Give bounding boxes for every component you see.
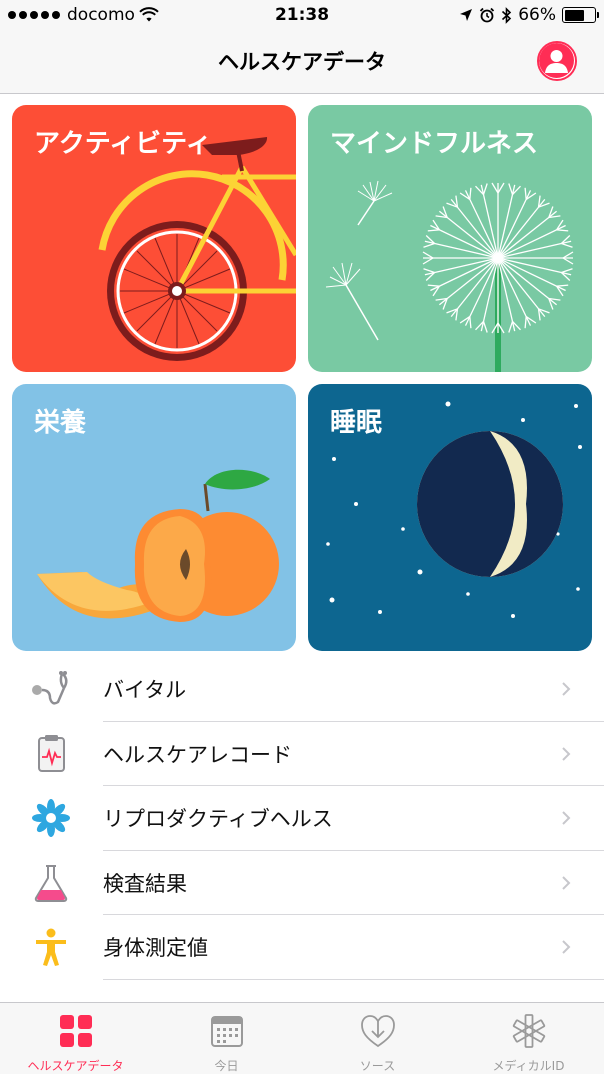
tab-label: メディカルID <box>492 1059 565 1073</box>
flower-icon <box>30 797 72 839</box>
tile-activity[interactable]: アクティビティ <box>12 105 296 372</box>
tab-sources[interactable]: ソース <box>302 1003 453 1074</box>
body-icon <box>30 926 72 968</box>
chevron-right-icon <box>562 876 571 890</box>
clipboard-icon <box>30 733 72 775</box>
status-bar: docomo 21:38 66% <box>0 0 604 32</box>
nav-bar: ヘルスケアデータ <box>0 32 604 94</box>
download-heart-icon <box>360 1015 395 1048</box>
list-item-label: 身体測定値 <box>103 936 208 961</box>
chevron-right-icon <box>562 747 571 761</box>
calendar-icon <box>210 1016 243 1047</box>
alarm-icon <box>480 7 495 23</box>
battery-fill <box>564 9 584 21</box>
tile-sleep[interactable]: 睡眠 <box>308 384 592 651</box>
list-item-health-records[interactable]: ヘルスケアレコード <box>0 722 604 786</box>
tile-nutrition[interactable]: 栄養 <box>12 384 296 651</box>
list-item-label: リプロダクティブヘルス <box>103 807 333 832</box>
tile-activity-label: アクティビティ <box>34 129 212 159</box>
divider <box>103 978 604 980</box>
tab-label: 今日 <box>214 1059 239 1073</box>
tab-bar: ヘルスケアデータ 今日 ソース メディカルID <box>0 1002 604 1074</box>
chevron-right-icon <box>562 811 571 825</box>
page-title: ヘルスケアデータ <box>218 50 386 74</box>
list-item-label: バイタル <box>103 678 187 703</box>
chevron-right-icon <box>562 940 571 954</box>
profile-button[interactable] <box>537 41 577 81</box>
list-item-reproductive-health[interactable]: リプロダクティブヘルス <box>0 786 604 851</box>
medical-star-icon <box>512 1014 545 1048</box>
list-item-label: 検査結果 <box>103 871 187 896</box>
status-right: 66% <box>459 5 599 25</box>
person-icon <box>539 43 574 78</box>
location-icon <box>460 9 473 21</box>
tile-nutrition-label: 栄養 <box>34 408 87 438</box>
list-item-vitals[interactable]: バイタル <box>0 657 604 722</box>
tab-health-data[interactable]: ヘルスケアデータ <box>0 1003 151 1074</box>
grid-icon <box>59 1015 92 1047</box>
chevron-right-icon <box>562 682 571 696</box>
tab-medical-id[interactable]: メディカルID <box>453 1003 604 1074</box>
list-item-label: ヘルスケアレコード <box>103 742 292 767</box>
tile-mindfulness-label: マインドフルネス <box>330 129 539 159</box>
battery-percent: 66% <box>518 5 556 25</box>
bluetooth-icon <box>502 6 512 24</box>
stethoscope-icon <box>30 668 72 710</box>
tab-label: ヘルスケアデータ <box>27 1059 124 1073</box>
tab-today[interactable]: 今日 <box>151 1003 302 1074</box>
tile-mindfulness[interactable]: マインドフルネス <box>308 105 592 372</box>
list-item-lab-results[interactable]: 検査結果 <box>0 851 604 915</box>
list-item-body-measurements[interactable]: 身体測定値 <box>0 915 604 980</box>
battery-icon <box>562 7 599 23</box>
tile-sleep-label: 睡眠 <box>330 408 383 438</box>
flask-icon <box>30 862 72 904</box>
tab-label: ソース <box>359 1059 396 1073</box>
category-list: バイタル ヘルスケアレコード リプロダクティブヘルス 検査結果 身体測定値 <box>0 657 604 980</box>
